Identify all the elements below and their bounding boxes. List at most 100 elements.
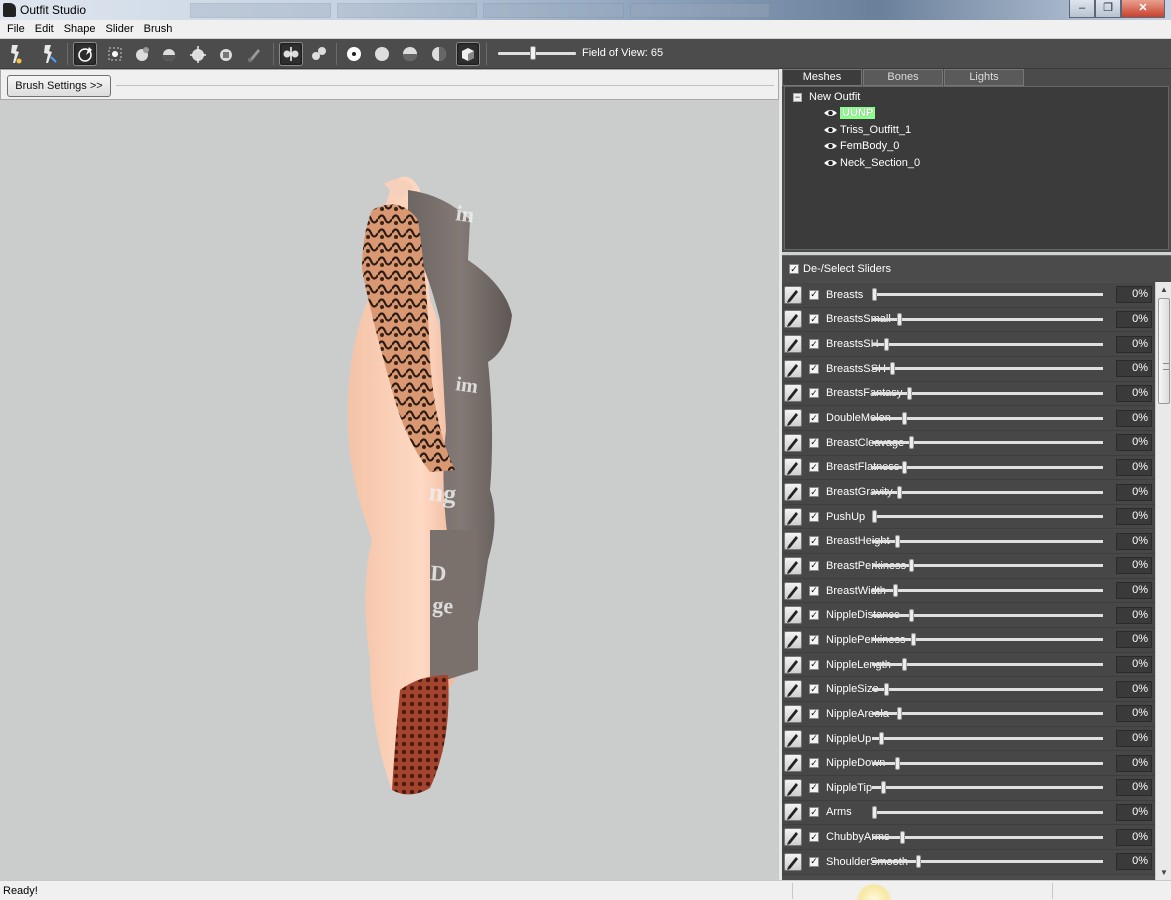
- slider-enable-checkbox[interactable]: ✓: [809, 684, 819, 695]
- edit-slider-pencil-icon[interactable]: [784, 556, 802, 575]
- slider-thumb[interactable]: [892, 584, 898, 598]
- tab-bones[interactable]: Bones: [863, 69, 943, 86]
- slider-track[interactable]: [872, 835, 1103, 839]
- slider-value-field[interactable]: 0%: [1116, 532, 1152, 550]
- slider-enable-checkbox[interactable]: ✓: [809, 560, 819, 571]
- slider-track[interactable]: [872, 539, 1103, 543]
- slider-thumb[interactable]: [908, 436, 914, 450]
- edit-slider-pencil-icon[interactable]: [784, 458, 802, 477]
- slider-track[interactable]: [872, 638, 1103, 642]
- slider-enable-checkbox[interactable]: ✓: [809, 610, 819, 621]
- slider-thumb[interactable]: [883, 337, 889, 351]
- slider-thumb[interactable]: [911, 633, 917, 647]
- shaded-view-icon[interactable]: [456, 42, 480, 66]
- slider-thumb[interactable]: [908, 559, 914, 573]
- slider-thumb[interactable]: [908, 608, 914, 622]
- smooth-brush-icon[interactable]: [186, 42, 210, 66]
- menu-file[interactable]: File: [2, 23, 30, 35]
- slider-value-field[interactable]: 0%: [1116, 335, 1152, 353]
- slider-thumb[interactable]: [897, 707, 903, 721]
- visibility-eye-icon[interactable]: [823, 158, 838, 168]
- slider-track[interactable]: [872, 761, 1103, 765]
- slider-thumb[interactable]: [902, 460, 908, 474]
- menu-slider[interactable]: Slider: [101, 23, 139, 35]
- slider-enable-checkbox[interactable]: ✓: [809, 856, 819, 867]
- slider-value-field[interactable]: 0%: [1116, 508, 1152, 526]
- slider-value-field[interactable]: 0%: [1116, 434, 1152, 452]
- select-tool-icon[interactable]: [4, 42, 28, 66]
- slider-track[interactable]: [872, 367, 1103, 371]
- menu-edit[interactable]: Edit: [30, 23, 59, 35]
- slider-value-field[interactable]: 0%: [1116, 606, 1152, 624]
- edit-slider-pencil-icon[interactable]: [784, 384, 802, 403]
- slider-enable-checkbox[interactable]: ✓: [809, 758, 819, 769]
- slider-track[interactable]: [872, 613, 1103, 617]
- slider-thumb[interactable]: [872, 288, 877, 302]
- close-button[interactable]: ✕: [1121, 0, 1165, 18]
- slider-thumb[interactable]: [915, 855, 921, 869]
- edit-slider-pencil-icon[interactable]: [784, 729, 802, 748]
- slider-value-field[interactable]: 0%: [1116, 409, 1152, 427]
- slider-enable-checkbox[interactable]: ✓: [809, 659, 819, 670]
- maximize-button[interactable]: ❐: [1095, 0, 1121, 18]
- slider-value-field[interactable]: 0%: [1116, 828, 1152, 846]
- mesh-item-triss-outfitt[interactable]: Triss_Outfitt_1: [823, 124, 911, 136]
- slider-track[interactable]: [872, 515, 1103, 519]
- slider-value-field[interactable]: 0%: [1116, 483, 1152, 501]
- slider-track[interactable]: [872, 441, 1103, 445]
- slider-track[interactable]: [872, 786, 1103, 790]
- collapse-toggle-icon[interactable]: −: [793, 92, 802, 102]
- 3d-viewport[interactable]: in im ng D ge: [0, 100, 779, 880]
- slider-value-field[interactable]: 0%: [1116, 656, 1152, 674]
- slider-enable-checkbox[interactable]: ✓: [809, 437, 819, 448]
- edit-slider-pencil-icon[interactable]: [784, 359, 802, 378]
- deflate-brush-icon[interactable]: [130, 42, 154, 66]
- menu-shape[interactable]: Shape: [59, 23, 101, 35]
- slider-enable-checkbox[interactable]: ✓: [809, 832, 819, 843]
- edit-slider-pencil-icon[interactable]: [784, 680, 802, 699]
- slider-thumb[interactable]: [902, 411, 908, 425]
- slider-thumb[interactable]: [872, 805, 877, 819]
- scrollbar-thumb[interactable]: [1158, 298, 1170, 404]
- slider-list-scrollbar[interactable]: ▲ ▼: [1155, 282, 1171, 880]
- edit-slider-pencil-icon[interactable]: [784, 507, 802, 526]
- slider-enable-checkbox[interactable]: ✓: [809, 511, 819, 522]
- mirror-x-icon[interactable]: [279, 42, 303, 66]
- field-of-view-slider-thumb[interactable]: [530, 46, 536, 60]
- brush-settings-button[interactable]: Brush Settings >>: [7, 75, 111, 97]
- slider-value-field[interactable]: 0%: [1116, 286, 1152, 304]
- outfit-model-render[interactable]: in im ng D ge: [0, 100, 779, 880]
- edit-slider-pencil-icon[interactable]: [784, 310, 802, 329]
- slider-enable-checkbox[interactable]: ✓: [809, 339, 819, 350]
- slider-enable-checkbox[interactable]: ✓: [809, 536, 819, 547]
- edit-slider-pencil-icon[interactable]: [784, 704, 802, 723]
- vertex-view-icon[interactable]: [342, 42, 366, 66]
- slider-thumb[interactable]: [895, 756, 901, 770]
- slider-thumb[interactable]: [890, 362, 896, 376]
- slider-enable-checkbox[interactable]: ✓: [809, 289, 819, 300]
- inflate-brush-icon[interactable]: [103, 42, 127, 66]
- slider-thumb[interactable]: [872, 510, 877, 524]
- slider-value-field[interactable]: 0%: [1116, 705, 1152, 723]
- slider-track[interactable]: [872, 342, 1103, 346]
- edit-slider-pencil-icon[interactable]: [784, 483, 802, 501]
- edit-slider-pencil-icon[interactable]: [784, 655, 802, 674]
- slider-thumb[interactable]: [897, 312, 903, 326]
- menu-brush[interactable]: Brush: [139, 23, 178, 35]
- slider-enable-checkbox[interactable]: ✓: [809, 363, 819, 374]
- slider-enable-checkbox[interactable]: ✓: [809, 462, 819, 473]
- edit-slider-pencil-icon[interactable]: [784, 335, 802, 354]
- mesh-item-uunp[interactable]: UUNP: [823, 107, 876, 119]
- slider-track[interactable]: [872, 589, 1103, 593]
- edit-slider-pencil-icon[interactable]: [784, 778, 802, 797]
- select-all-sliders-checkbox[interactable]: ✓: [789, 264, 799, 274]
- tree-root-outfit[interactable]: − New Outfit: [793, 91, 860, 103]
- edit-slider-pencil-icon[interactable]: [784, 828, 802, 847]
- mesh-item-neck-section[interactable]: Neck_Section_0: [823, 157, 920, 169]
- slider-track[interactable]: [872, 490, 1103, 494]
- field-of-view-slider-track[interactable]: [498, 52, 576, 55]
- slider-track[interactable]: [872, 860, 1103, 864]
- slider-value-field[interactable]: 0%: [1116, 680, 1152, 698]
- slider-value-field[interactable]: 0%: [1116, 754, 1152, 772]
- edit-slider-pencil-icon[interactable]: [784, 606, 802, 625]
